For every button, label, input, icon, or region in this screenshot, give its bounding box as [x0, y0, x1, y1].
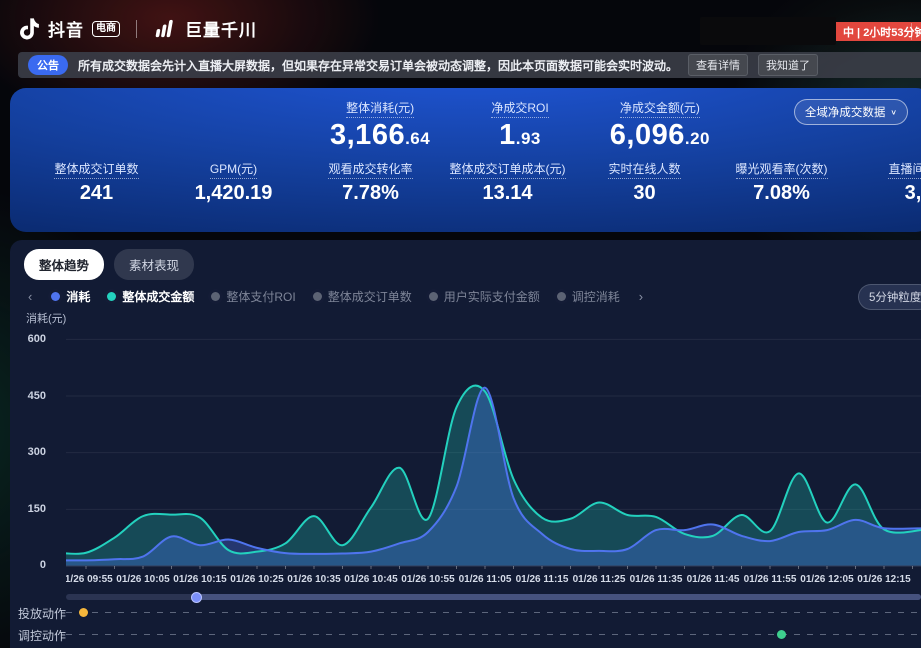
metric-exposure-view-rate: 曝光观看率(次数) 7.08%	[713, 160, 850, 205]
regulate-actions-label: 调控动作	[18, 627, 66, 644]
live-duration-badge: 中 | 2小时53分钟	[836, 22, 921, 41]
overview-panel: 全域净成交数据 ∨ 整体消耗(元) 3,166.64 净成交ROI 1.93 净…	[10, 88, 921, 232]
y-axis-title: 消耗(元)	[26, 310, 66, 326]
delivery-actions-label: 投放动作	[18, 605, 66, 622]
chart-range-scrollbar[interactable]	[66, 594, 921, 600]
legend-item-regulate-cost[interactable]: 调控消耗	[557, 288, 620, 305]
legend-dot	[313, 292, 322, 301]
svg-text:01/26 10:45: 01/26 10:45	[344, 574, 398, 585]
legend-dot	[51, 292, 60, 301]
metric-order-count: 整体成交订单数 241	[28, 160, 165, 205]
notice-bar: 公告 所有成交数据会先计入直播大屏数据，但如果存在异常交易订单会被动态调整，因此…	[18, 52, 921, 78]
metric-label: 净成交ROI	[491, 101, 548, 118]
metric-net-roi: 净成交ROI 1.93	[491, 99, 548, 152]
svg-text:01/26 10:35: 01/26 10:35	[287, 574, 341, 585]
delivery-actions-track	[66, 612, 921, 613]
douyin-note-icon	[18, 17, 40, 41]
tab-material-performance[interactable]: 素材表现	[114, 249, 194, 280]
legend-dot	[211, 292, 220, 301]
y-tick: 450	[14, 390, 46, 402]
legend-row: ‹ 消耗 整体成交金额 整体支付ROI 整体成交订单数 用户实际支付金额 调控消…	[26, 288, 645, 305]
trend-chart[interactable]: 01/26 09:5501/26 10:0501/26 10:1501/26 1…	[66, 334, 921, 586]
brand-divider	[136, 20, 137, 38]
metric-label: 净成交金额(元)	[620, 101, 700, 118]
metric-order-cost: 整体成交订单成本(元) 13.14	[439, 160, 576, 205]
metric-value: 1	[499, 119, 516, 151]
regulate-actions-track	[66, 634, 921, 635]
slider-handle[interactable]	[191, 592, 202, 603]
got-it-button[interactable]: 我知道了	[758, 54, 818, 76]
svg-text:01/26 10:15: 01/26 10:15	[173, 574, 227, 585]
top-header: 抖音 电商 巨量千川 中 | 2小时53分钟	[0, 0, 921, 50]
legend-next-icon[interactable]: ›	[637, 289, 645, 304]
tabs: 整体趋势 素材表现	[24, 249, 194, 280]
metric-liveroom-overall: 直播间整体 3,0	[850, 160, 921, 205]
brand-area: 抖音 电商 巨量千川	[18, 16, 257, 41]
svg-text:01/26 09:55: 01/26 09:55	[66, 574, 113, 585]
svg-text:01/26 11:55: 01/26 11:55	[744, 574, 797, 585]
y-tick: 600	[14, 333, 46, 345]
svg-text:01/26 10:55: 01/26 10:55	[401, 574, 455, 585]
svg-text:01/26 12:05: 01/26 12:05	[800, 574, 854, 585]
delivery-action-marker[interactable]	[79, 608, 88, 617]
metric-value: 6,096	[610, 119, 685, 151]
primary-metrics-row: 整体消耗(元) 3,166.64 净成交ROI 1.93 净成交金额(元) 6,…	[330, 99, 710, 152]
legend-dot	[107, 292, 116, 301]
svg-text:01/26 11:15: 01/26 11:15	[516, 574, 569, 585]
ecommerce-badge: 电商	[92, 21, 120, 37]
legend-prev-icon[interactable]: ‹	[26, 289, 34, 304]
legend-item-user-paid[interactable]: 用户实际支付金额	[429, 288, 540, 305]
legend-item-cost[interactable]: 消耗	[51, 288, 90, 305]
view-details-button[interactable]: 查看详情	[688, 54, 748, 76]
legend-item-gmv[interactable]: 整体成交金额	[107, 288, 194, 305]
legend-item-pay-roi[interactable]: 整体支付ROI	[211, 288, 295, 305]
svg-text:01/26 11:25: 01/26 11:25	[573, 574, 626, 585]
y-tick: 0	[14, 559, 46, 571]
notice-tag: 公告	[28, 55, 68, 75]
data-scope-dropdown[interactable]: 全域净成交数据 ∨	[794, 99, 908, 125]
metric-online-users: 实时在线人数 30	[576, 160, 713, 205]
metric-label: 整体消耗(元)	[346, 101, 414, 118]
svg-text:01/26 10:25: 01/26 10:25	[230, 574, 284, 585]
brand-douyin-label: 抖音	[48, 16, 84, 41]
metric-total-cost: 整体消耗(元) 3,166.64	[330, 99, 430, 152]
svg-text:01/26 11:05: 01/26 11:05	[459, 574, 512, 585]
y-tick: 150	[14, 503, 46, 515]
brand-qianchuan-label: 巨量千川	[185, 16, 257, 41]
svg-text:01/26 11:45: 01/26 11:45	[687, 574, 740, 585]
metric-value: 3,166	[330, 119, 405, 151]
svg-text:01/26 10:05: 01/26 10:05	[116, 574, 170, 585]
granularity-dropdown[interactable]: 5分钟粒度	[858, 284, 921, 310]
metric-net-gmv: 净成交金额(元) 6,096.20	[610, 99, 710, 152]
header-divider	[911, 23, 912, 40]
legend-item-order-count[interactable]: 整体成交订单数	[313, 288, 412, 305]
chevron-down-icon: ∨	[890, 108, 897, 117]
scrollbar-window	[196, 594, 921, 600]
svg-text:01/26 11:35: 01/26 11:35	[630, 574, 683, 585]
qianchuan-icon	[153, 19, 177, 39]
regulate-action-marker[interactable]	[777, 630, 786, 639]
data-scope-label: 全域净成交数据	[805, 104, 886, 120]
metric-view-conversion: 观看成交转化率 7.78%	[302, 160, 439, 205]
tab-overall-trend[interactable]: 整体趋势	[24, 249, 104, 280]
notice-text: 所有成交数据会先计入直播大屏数据，但如果存在异常交易订单会被动态调整，因此本页面…	[78, 57, 678, 74]
svg-text:01/26 12:15: 01/26 12:15	[857, 574, 911, 585]
legend-dot	[557, 292, 566, 301]
redacted-area	[700, 17, 836, 45]
y-tick: 300	[14, 446, 46, 458]
legend-dot	[429, 292, 438, 301]
metric-gpm: GPM(元) 1,420.19	[165, 160, 302, 205]
secondary-metrics-row: 整体成交订单数 241 GPM(元) 1,420.19 观看成交转化率 7.78…	[28, 160, 921, 205]
